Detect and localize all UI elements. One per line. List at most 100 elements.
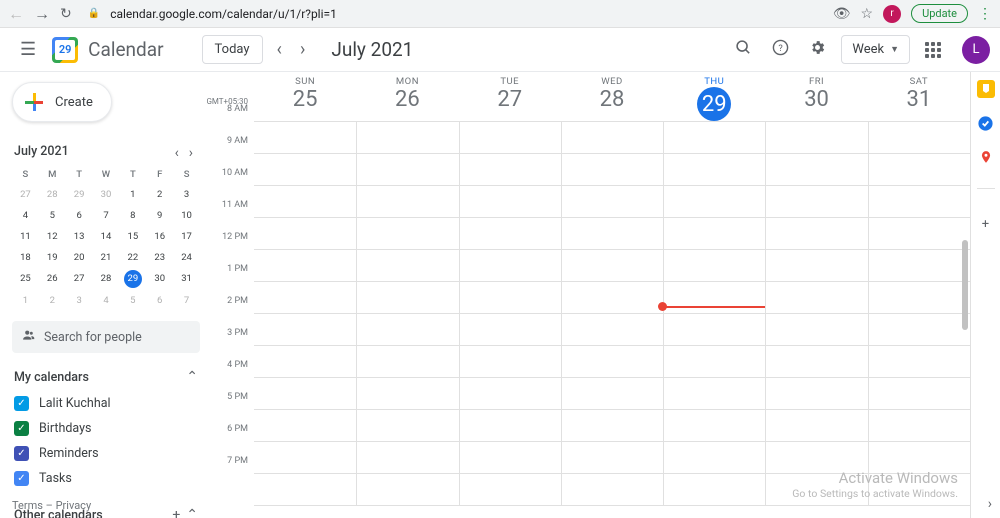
day-column[interactable] — [663, 122, 765, 506]
day-column[interactable] — [356, 122, 458, 506]
create-button[interactable]: Create — [12, 82, 112, 122]
hour-cell[interactable] — [254, 442, 356, 474]
hour-cell[interactable] — [664, 378, 765, 410]
hour-cell[interactable] — [562, 186, 663, 218]
hour-cell[interactable] — [562, 250, 663, 282]
hour-cell[interactable] — [357, 282, 458, 314]
scrollbar-thumb[interactable] — [962, 240, 968, 330]
mini-day[interactable]: 4 — [93, 290, 120, 311]
hour-cell[interactable] — [869, 186, 970, 218]
mini-day[interactable]: 2 — [146, 184, 173, 205]
hour-cell[interactable] — [766, 442, 867, 474]
hour-cell[interactable] — [869, 122, 970, 154]
hour-cell[interactable] — [460, 186, 561, 218]
hour-cell[interactable] — [869, 218, 970, 250]
mini-day[interactable]: 17 — [173, 226, 200, 247]
hour-cell[interactable] — [869, 282, 970, 314]
hour-cell[interactable] — [562, 218, 663, 250]
hour-cell[interactable] — [357, 250, 458, 282]
eye-icon[interactable]: 👁 — [833, 6, 851, 22]
hour-cell[interactable] — [664, 218, 765, 250]
hour-cell[interactable] — [357, 346, 458, 378]
mini-day[interactable]: 18 — [12, 247, 39, 268]
account-avatar[interactable]: L — [962, 36, 990, 64]
hour-cell[interactable] — [664, 122, 765, 154]
day-header[interactable]: SUN25 — [254, 72, 356, 121]
mini-day[interactable]: 7 — [173, 290, 200, 311]
collapse-panel-icon[interactable]: › — [988, 496, 992, 512]
hour-cell[interactable] — [357, 218, 458, 250]
terms-link[interactable]: Terms — [12, 499, 43, 512]
hour-cell[interactable] — [766, 314, 867, 346]
hour-cell[interactable] — [460, 218, 561, 250]
today-button[interactable]: Today — [202, 35, 263, 64]
hour-cell[interactable] — [766, 410, 867, 442]
view-switcher[interactable]: Week ▼ — [841, 35, 910, 64]
hour-cell[interactable] — [664, 250, 765, 282]
mini-day[interactable]: 8 — [119, 205, 146, 226]
hour-cell[interactable] — [460, 314, 561, 346]
day-column[interactable] — [765, 122, 867, 506]
hour-cell[interactable] — [562, 314, 663, 346]
hour-cell[interactable] — [869, 154, 970, 186]
hour-cell[interactable] — [664, 442, 765, 474]
checkbox-icon[interactable]: ✓ — [14, 446, 29, 461]
calendar-item[interactable]: ✓Tasks — [12, 466, 200, 491]
prev-week-icon[interactable]: ‹ — [273, 39, 286, 60]
mini-day[interactable]: 1 — [119, 184, 146, 205]
add-calendar-icon[interactable]: + — [172, 507, 180, 518]
mini-day[interactable]: 13 — [66, 226, 93, 247]
hour-cell[interactable] — [460, 346, 561, 378]
search-people-input[interactable]: Search for people — [12, 321, 200, 353]
mini-day[interactable]: 29 — [124, 270, 142, 288]
update-button[interactable]: Update — [911, 4, 968, 23]
hour-cell[interactable] — [460, 250, 561, 282]
hour-cell[interactable] — [357, 474, 458, 506]
hour-cell[interactable] — [254, 346, 356, 378]
day-column[interactable] — [868, 122, 970, 506]
hour-cell[interactable] — [664, 314, 765, 346]
hour-cell[interactable] — [562, 410, 663, 442]
mini-day[interactable]: 25 — [12, 268, 39, 290]
mini-prev-icon[interactable]: ‹ — [172, 145, 182, 161]
mini-day[interactable]: 14 — [93, 226, 120, 247]
mini-day[interactable]: 26 — [39, 268, 66, 290]
mini-day[interactable]: 30 — [93, 184, 120, 205]
privacy-link[interactable]: Privacy — [56, 499, 92, 512]
mini-day[interactable]: 27 — [66, 268, 93, 290]
keep-icon[interactable] — [977, 80, 995, 98]
profile-avatar-small[interactable]: r — [883, 5, 901, 23]
mini-day[interactable]: 2 — [39, 290, 66, 311]
star-icon[interactable]: ☆ — [861, 6, 874, 22]
mini-day[interactable]: 24 — [173, 247, 200, 268]
hour-cell[interactable] — [766, 282, 867, 314]
mini-day[interactable]: 1 — [12, 290, 39, 311]
mini-day[interactable]: 29 — [66, 184, 93, 205]
week-grid[interactable]: SUN25MON26TUE27WED28THU29FRI30SAT31 — [254, 72, 970, 518]
mini-day[interactable]: 5 — [119, 290, 146, 311]
hour-cell[interactable] — [254, 154, 356, 186]
calendar-item[interactable]: ✓Lalit Kuchhal — [12, 391, 200, 416]
day-column[interactable] — [561, 122, 663, 506]
hour-cell[interactable] — [254, 314, 356, 346]
mini-day[interactable]: 20 — [66, 247, 93, 268]
forward-icon[interactable]: → — [34, 4, 50, 24]
mini-day[interactable]: 23 — [146, 247, 173, 268]
hour-cell[interactable] — [562, 154, 663, 186]
hour-cell[interactable] — [357, 442, 458, 474]
calendar-item[interactable]: ✓Reminders — [12, 441, 200, 466]
mini-day[interactable]: 5 — [39, 205, 66, 226]
mini-day[interactable]: 28 — [93, 268, 120, 290]
hour-cell[interactable] — [766, 218, 867, 250]
day-column[interactable] — [254, 122, 356, 506]
hour-cell[interactable] — [460, 474, 561, 506]
day-header[interactable]: THU29 — [663, 72, 765, 121]
hour-cell[interactable] — [357, 122, 458, 154]
checkbox-icon[interactable]: ✓ — [14, 471, 29, 486]
hour-cell[interactable] — [460, 154, 561, 186]
hour-cell[interactable] — [460, 442, 561, 474]
hour-cell[interactable] — [664, 410, 765, 442]
hour-cell[interactable] — [460, 410, 561, 442]
hour-cell[interactable] — [460, 282, 561, 314]
hour-cell[interactable] — [562, 378, 663, 410]
